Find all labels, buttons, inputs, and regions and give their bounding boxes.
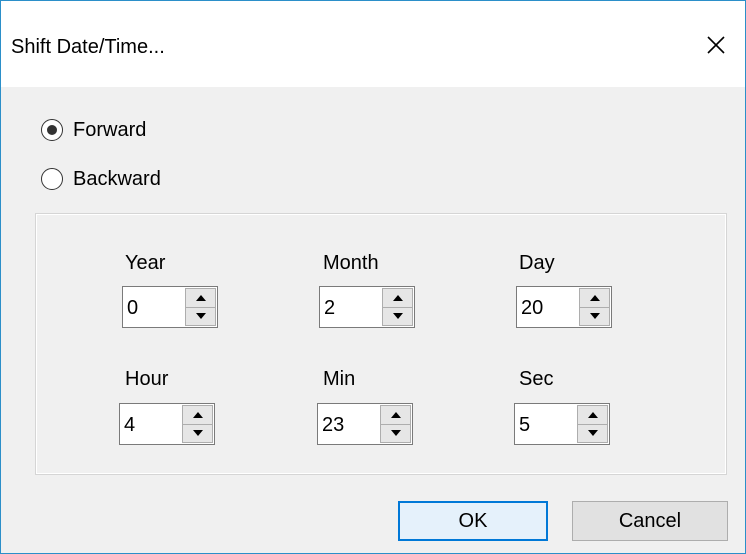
arrow-up-icon (587, 411, 598, 418)
arrow-up-icon (192, 411, 203, 418)
min-input[interactable] (318, 404, 380, 444)
arrow-down-icon (587, 430, 598, 437)
arrow-up-icon (589, 294, 600, 301)
arrow-down-icon (195, 313, 206, 320)
sec-increment-button[interactable] (577, 405, 608, 425)
arrow-up-icon (392, 294, 403, 301)
min-increment-button[interactable] (380, 405, 411, 425)
hour-input[interactable] (120, 404, 182, 444)
close-icon (707, 36, 725, 54)
month-increment-button[interactable] (382, 288, 413, 308)
day-input[interactable] (517, 287, 579, 327)
radio-backward-circle[interactable] (41, 168, 63, 190)
hour-decrement-button[interactable] (182, 424, 213, 443)
radio-forward[interactable]: Forward (41, 115, 146, 145)
year-decrement-button[interactable] (185, 307, 216, 326)
month-decrement-button[interactable] (382, 307, 413, 326)
arrow-down-icon (192, 430, 203, 437)
day-decrement-button[interactable] (579, 307, 610, 326)
month-input[interactable] (320, 287, 382, 327)
year-input[interactable] (123, 287, 185, 327)
sec-label: Sec (519, 368, 554, 390)
min-stepper[interactable] (317, 403, 413, 445)
radio-forward-label[interactable]: Forward (73, 119, 146, 142)
min-decrement-button[interactable] (380, 424, 411, 443)
ok-button[interactable]: OK (398, 501, 548, 541)
month-label: Month (323, 252, 379, 274)
sec-decrement-button[interactable] (577, 424, 608, 443)
cancel-button[interactable]: Cancel (572, 501, 728, 541)
arrow-down-icon (392, 313, 403, 320)
sec-input[interactable] (515, 404, 577, 444)
hour-increment-button[interactable] (182, 405, 213, 425)
radio-backward[interactable]: Backward (41, 164, 161, 194)
radio-backward-label[interactable]: Backward (73, 168, 161, 191)
hour-label: Hour (125, 368, 169, 390)
radio-forward-circle[interactable] (41, 119, 63, 141)
day-stepper[interactable] (516, 286, 612, 328)
arrow-up-icon (195, 294, 206, 301)
year-increment-button[interactable] (185, 288, 216, 308)
year-stepper[interactable] (122, 286, 218, 328)
day-increment-button[interactable] (579, 288, 610, 308)
title-bar[interactable]: Shift Date/Time... (1, 1, 745, 87)
hour-stepper[interactable] (119, 403, 215, 445)
arrow-down-icon (589, 313, 600, 320)
day-label: Day (519, 252, 555, 274)
sec-stepper[interactable] (514, 403, 610, 445)
arrow-up-icon (390, 411, 401, 418)
shift-datetime-dialog: Shift Date/Time... Forward Backward Year… (0, 0, 746, 554)
arrow-down-icon (390, 430, 401, 437)
min-label: Min (323, 368, 356, 390)
close-button[interactable] (687, 15, 745, 75)
month-stepper[interactable] (319, 286, 415, 328)
dialog-title: Shift Date/Time... (11, 36, 165, 58)
year-label: Year (125, 252, 166, 274)
